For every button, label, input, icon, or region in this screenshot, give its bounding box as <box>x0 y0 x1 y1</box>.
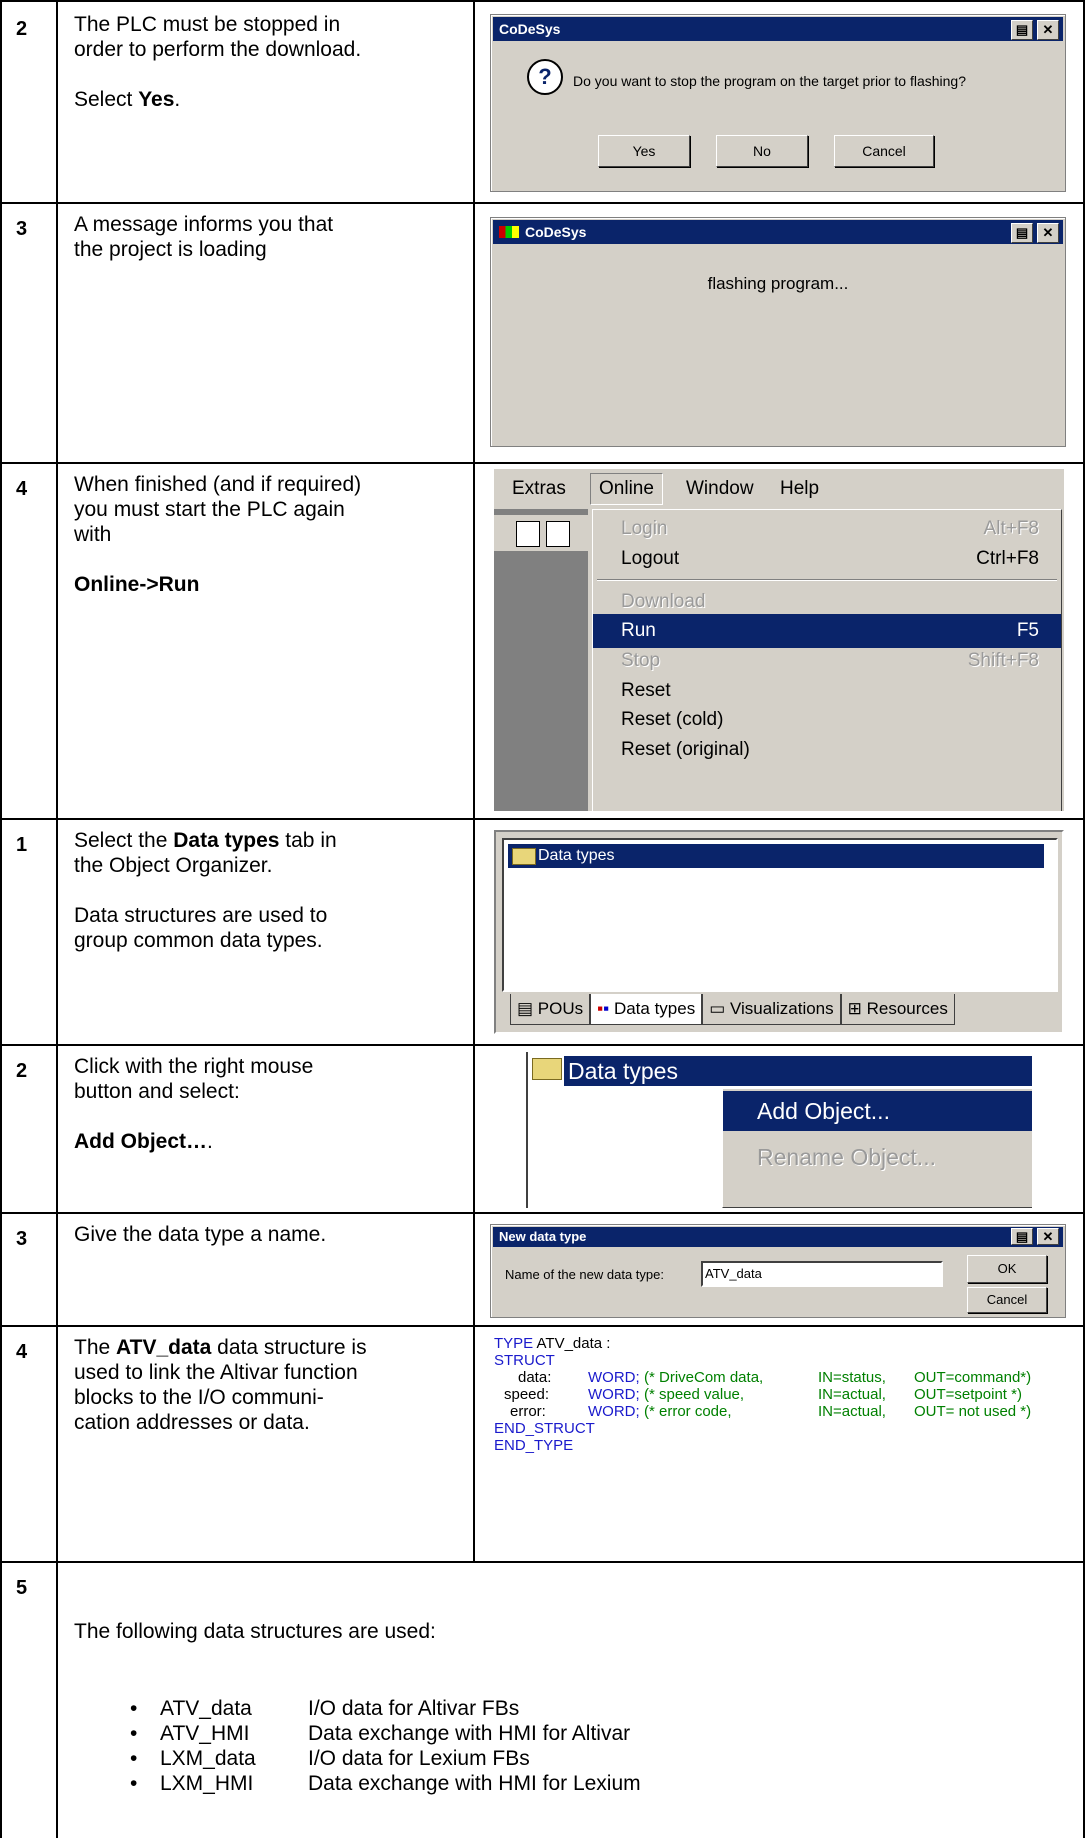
new-data-type-dialog: New data type ▤ ✕ Name of the new data t… <box>490 1224 1066 1318</box>
table-row: 5 The following data structures are used… <box>0 1561 1085 1838</box>
toolbar-icon[interactable] <box>546 521 570 547</box>
step-number: 4 <box>16 1341 28 1363</box>
print-icon[interactable]: ▤ <box>1011 1228 1033 1245</box>
menubar: Extras Online Window Help <box>494 469 1064 509</box>
step-number: 3 <box>16 1228 28 1250</box>
organizer-tabs: ▤ POUs ▪▪ Data types ▭ Visualizations ⊞ Res… <box>510 994 955 1025</box>
object-organizer-screenshot: Data types ▤ POUs ▪▪ Data types ▭ Visualiz… <box>494 830 1064 1034</box>
resources-icon: ⊞ <box>847 999 862 1018</box>
close-icon[interactable]: ✕ <box>1037 1228 1059 1245</box>
step-number: 3 <box>16 218 28 240</box>
dialog-title: CoDeSys <box>493 17 1063 41</box>
menu-item-stop[interactable]: Stop Shift+F8 <box>593 644 1061 678</box>
dialog-title: CoDeSys <box>525 224 587 240</box>
menu-help[interactable]: Help <box>780 469 819 509</box>
step-number: 2 <box>16 18 28 40</box>
dialog-message: Do you want to stop the program on the t… <box>573 73 967 89</box>
cancel-button[interactable]: Cancel <box>834 135 934 167</box>
cancel-button[interactable]: Cancel <box>967 1287 1047 1313</box>
step-text: The ATV_data data structure is used to l… <box>74 1336 367 1434</box>
menu-extras[interactable]: Extras <box>512 469 566 509</box>
step-text: Click with the right mouse button and se… <box>74 1055 314 1153</box>
visualization-icon: ▭ <box>709 999 726 1018</box>
tree-item-data-types[interactable]: Data types <box>507 843 1045 869</box>
online-dropdown-menu: Login Alt+F8 Logout Ctrl+F8 Download Run F5… <box>592 509 1062 811</box>
online-menu-screenshot: Extras Online Window Help Login Alt+F8 Lo… <box>494 469 1064 811</box>
folder-icon <box>532 1058 562 1080</box>
tree-pane-border <box>526 1052 528 1208</box>
step-text: When finished (and if required) you must… <box>74 473 362 596</box>
print-icon[interactable]: ▤ <box>1011 223 1033 243</box>
instruction-table: 2 The PLC must be stopped in order to pe… <box>0 0 1085 1838</box>
step-number: 5 <box>16 1577 28 1599</box>
context-item-add-object[interactable]: Add Object... <box>723 1091 1032 1131</box>
context-menu-screenshot: Data types Add Object... Rename Object..… <box>512 1052 1032 1208</box>
question-icon: ? <box>527 59 563 95</box>
name-input[interactable]: ATV_data <box>701 1261 943 1287</box>
no-button[interactable]: No <box>716 135 808 167</box>
context-item-rename-object[interactable]: Rename Object... <box>723 1137 1032 1177</box>
stop-program-dialog: CoDeSys ▤ ✕ ? Do you want to stop the pr… <box>490 14 1066 192</box>
menu-item-reset-cold[interactable]: Reset (cold) <box>593 703 1061 737</box>
struct-code-block: TYPE ATV_data : STRUCT data: WORD; (* Dr… <box>494 1335 1032 1454</box>
step-text: A message informs you that the project i… <box>74 213 334 261</box>
close-icon[interactable]: ✕ <box>1037 20 1059 40</box>
print-icon[interactable]: ▤ <box>1011 20 1033 40</box>
step-number: 2 <box>16 1060 28 1082</box>
table-row: 2 The PLC must be stopped in order to pe… <box>0 0 1085 202</box>
tab-data-types[interactable]: ▪▪ Data types <box>590 994 703 1025</box>
tab-visualizations[interactable]: ▭ Visualizations <box>702 994 841 1025</box>
toolbar-icons <box>494 515 588 551</box>
close-icon[interactable]: ✕ <box>1037 223 1059 243</box>
table-row: 4 When finished (and if required) you mu… <box>0 462 1085 818</box>
table-row: 1 Select the Data types tab in the Objec… <box>0 818 1085 1044</box>
toolbar-strip <box>494 509 588 811</box>
menu-item-logout[interactable]: Logout Ctrl+F8 <box>593 542 1061 576</box>
flashing-dialog: CoDeSys ▤ ✕ flashing program... <box>490 217 1066 447</box>
menu-item-run[interactable]: Run F5 <box>593 614 1061 648</box>
context-menu: Add Object... Rename Object... <box>722 1088 1032 1208</box>
menu-item-reset-original[interactable]: Reset (original) <box>593 733 1061 767</box>
step-text: Select the Data types tab in the Object … <box>74 829 337 952</box>
tree-item-label: Data types <box>568 1058 678 1084</box>
dialog-message: flashing program... <box>707 274 849 293</box>
structure-list: • ATV_data I/O data for Altivar FBs • AT… <box>130 1697 641 1795</box>
folder-icon <box>512 848 536 865</box>
menu-online[interactable]: Online <box>590 473 663 505</box>
table-row: 2 Click with the right mouse button and … <box>0 1044 1085 1212</box>
table-row: 4 The ATV_data data structure is used to… <box>0 1325 1085 1561</box>
table-row: 3 Give the data type a name. New data ty… <box>0 1212 1085 1325</box>
step-text: The PLC must be stopped in order to perf… <box>74 13 362 111</box>
dialog-title: New data type <box>493 1227 1063 1247</box>
table-row: 3 A message informs you that the project… <box>0 202 1085 462</box>
name-label: Name of the new data type: <box>505 1267 664 1282</box>
step-number: 1 <box>16 834 28 856</box>
toolbar-icon[interactable] <box>516 521 540 547</box>
step-number: 4 <box>16 478 28 500</box>
step-text: Give the data type a name. <box>74 1223 327 1246</box>
ok-button[interactable]: OK <box>967 1255 1047 1283</box>
step-text: The following data structures are used: <box>74 1620 436 1643</box>
codesys-logo-icon <box>499 226 519 238</box>
tab-resources[interactable]: ⊞ Resources <box>840 994 955 1025</box>
object-tree: Data types <box>502 838 1058 992</box>
menu-window[interactable]: Window <box>686 469 754 509</box>
menu-item-login[interactable]: Login Alt+F8 <box>593 512 1061 546</box>
menu-separator <box>597 579 1057 581</box>
tab-pous[interactable]: ▤ POUs <box>510 994 591 1025</box>
yes-button[interactable]: Yes <box>598 135 690 167</box>
